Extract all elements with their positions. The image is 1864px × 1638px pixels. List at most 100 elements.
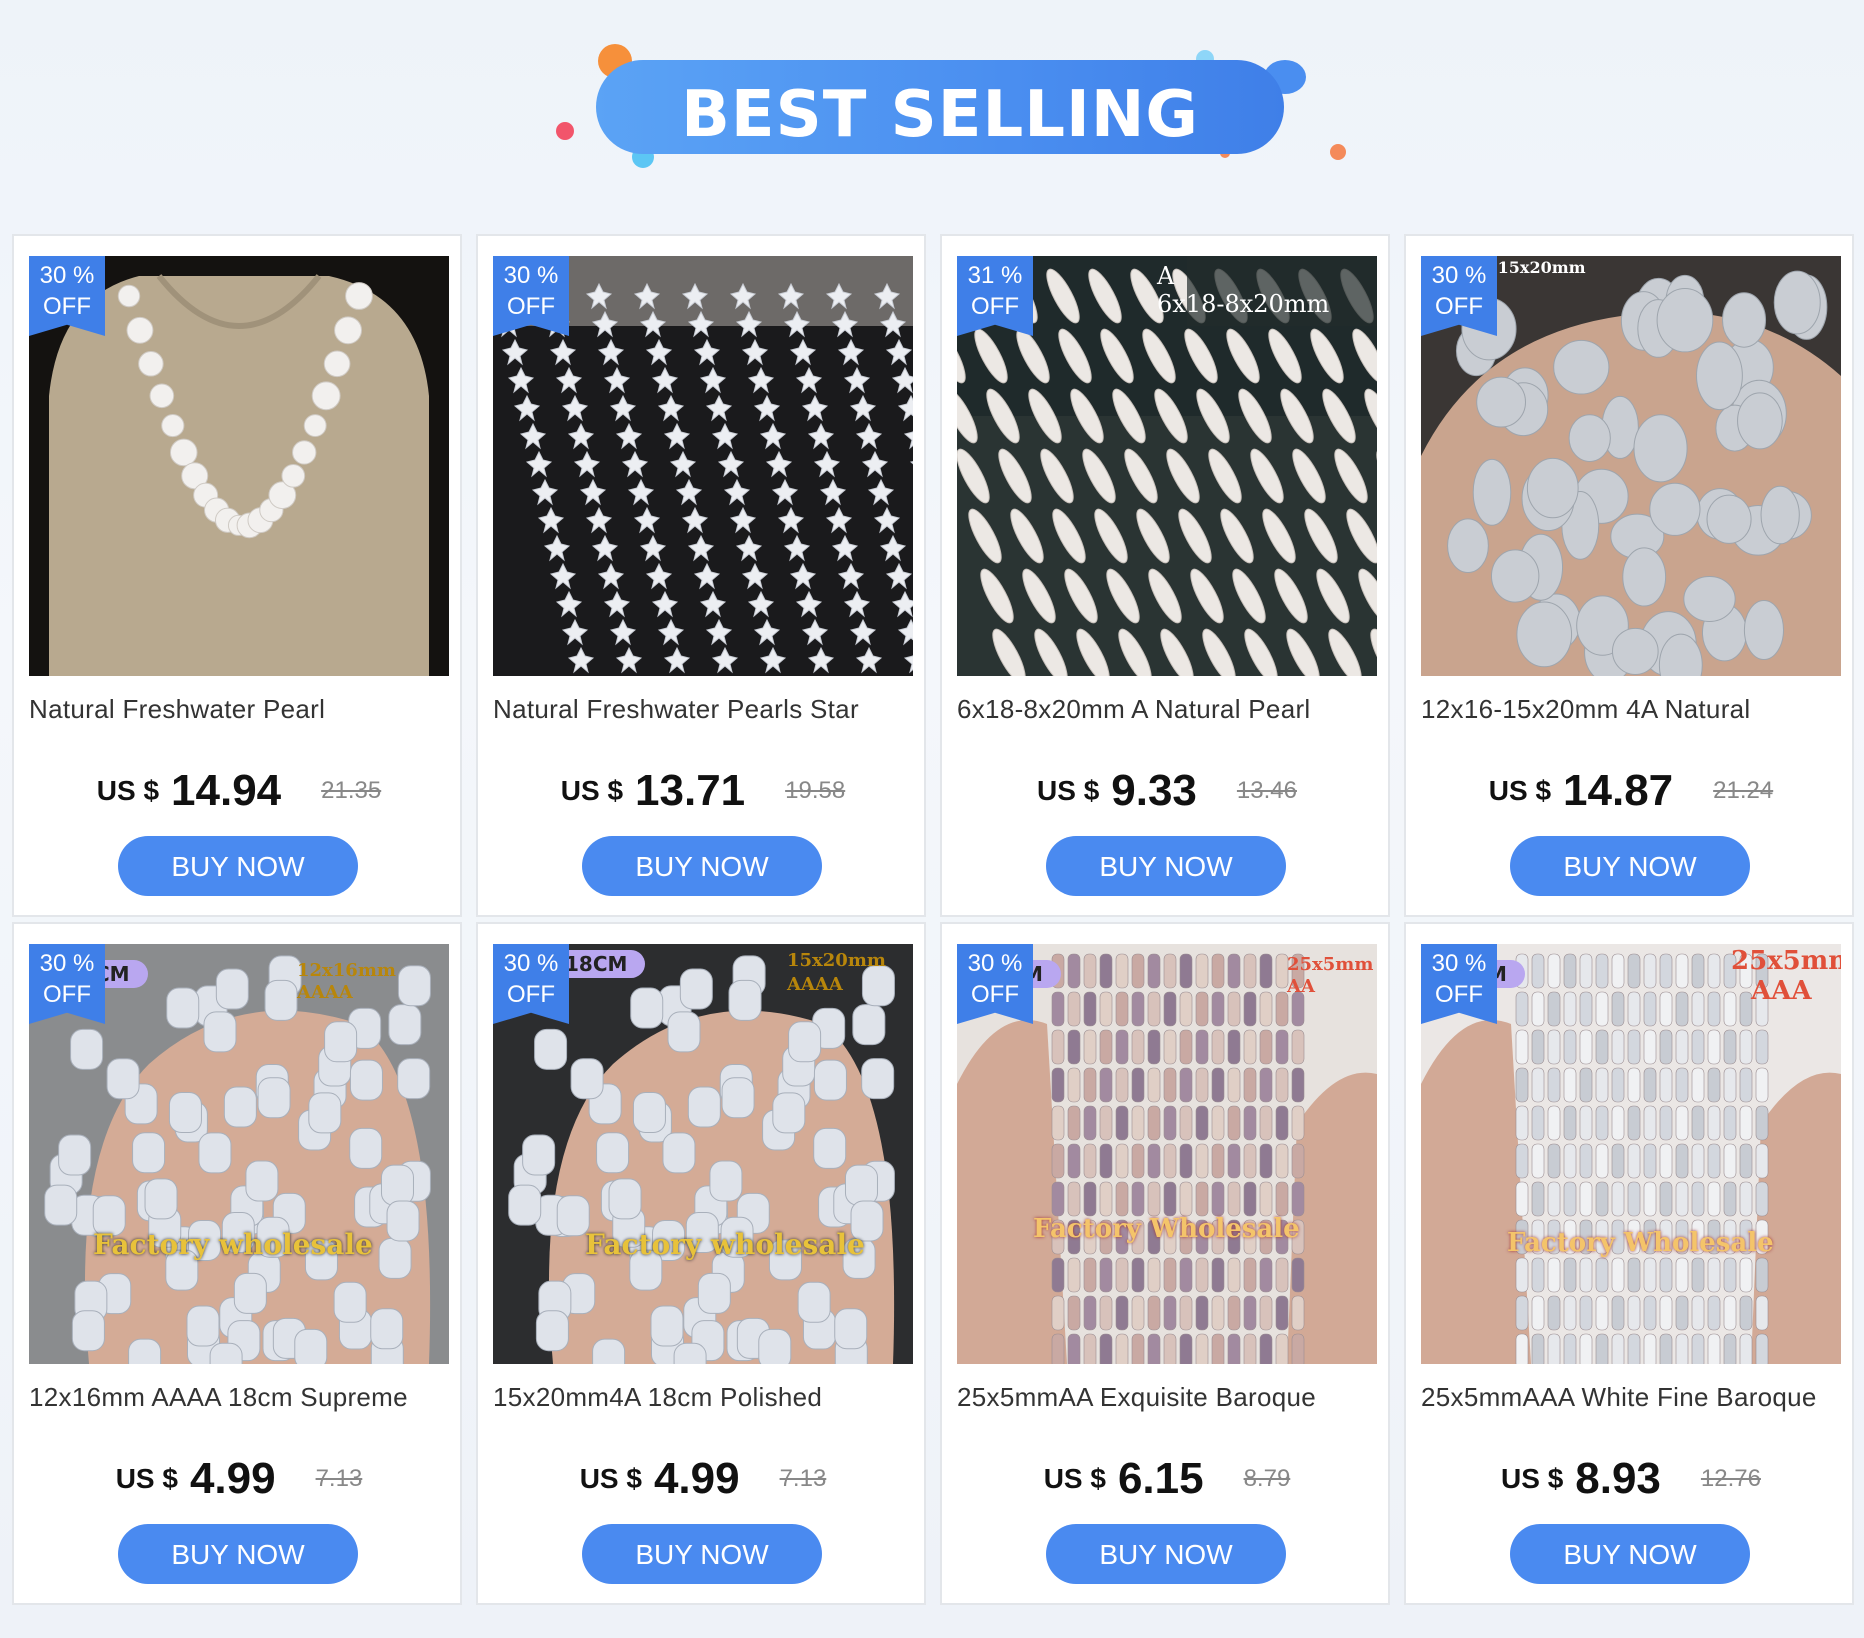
product-title[interactable]: 12x16mm AAAA 18cm Supreme — [29, 1382, 454, 1422]
price-row: US $ 9.33 13.46 — [942, 766, 1392, 826]
current-price: 8.93 — [1575, 1454, 1661, 1503]
discount-value: 30 % — [39, 950, 95, 977]
discount-label: OFF — [43, 293, 91, 320]
currency-label: US $ — [1501, 1463, 1564, 1494]
buy-now-button[interactable]: BUY NOW — [1046, 1524, 1286, 1584]
image-caption: Factory Wholesale — [1507, 1228, 1774, 1258]
discount-badge: 30 % OFF — [29, 256, 105, 336]
currency-label: US $ — [96, 775, 160, 806]
current-price: 14.94 — [171, 766, 282, 815]
image-caption: Factory Wholesale — [1033, 1214, 1300, 1244]
image-caption: 6x18-8x20mm — [1157, 290, 1330, 318]
original-price: 21.35 — [321, 777, 382, 804]
product-title[interactable]: Natural Freshwater Pearls Star — [493, 694, 918, 734]
product-card[interactable]: 30 % OFF Natural Freshwater Pearls Star … — [476, 234, 926, 917]
product-image[interactable]: A 6x18-8x20mm 31 % OFF — [957, 256, 1377, 676]
decor-dot — [1330, 144, 1346, 160]
discount-badge: 30 % OFF — [29, 944, 105, 1024]
buy-now-button[interactable]: BUY NOW — [582, 1524, 822, 1584]
original-price: 7.13 — [779, 1465, 827, 1492]
discount-badge: 30 % OFF — [493, 944, 569, 1024]
buy-now-button[interactable]: BUY NOW — [1510, 1524, 1750, 1584]
product-image[interactable]: 30 % OFF — [493, 256, 913, 676]
image-caption: 25x5mm — [1731, 946, 1841, 976]
product-card[interactable]: M25x5mmAAFactory Wholesale 30 % OFF 25x5… — [940, 922, 1390, 1605]
original-price: 19.58 — [785, 777, 846, 804]
discount-badge: 30 % OFF — [957, 944, 1033, 1024]
currency-label: US $ — [1037, 775, 1100, 806]
currency-label: US $ — [1488, 775, 1552, 806]
buy-now-button[interactable]: BUY NOW — [118, 1524, 358, 1584]
buy-now-button[interactable]: BUY NOW — [118, 836, 358, 896]
currency-label: US $ — [560, 775, 624, 806]
original-price: 12.76 — [1700, 1465, 1761, 1492]
current-price: 13.71 — [635, 766, 746, 815]
product-title[interactable]: 25x5mmAAA White Fine Baroque — [1421, 1382, 1846, 1422]
product-card[interactable]: 30 % OFF Natural Freshwater Pearl US $ 14… — [12, 234, 462, 917]
best-selling-banner: BEST SELLING — [0, 0, 1864, 230]
product-title[interactable]: 15x20mm4A 18cm Polished — [493, 1382, 918, 1422]
product-card[interactable]: -15x20mm 30 % OFF 12x16-15x20mm 4A Natur… — [1404, 234, 1854, 917]
image-caption: Factory wholesale — [585, 1228, 865, 1261]
discount-value: 30 % — [503, 950, 559, 977]
product-title[interactable]: Natural Freshwater Pearl — [29, 694, 454, 734]
price-row: US $ 14.87 21.24 — [1406, 766, 1856, 826]
current-price: 4.99 — [189, 1454, 276, 1503]
original-price: 7.13 — [315, 1465, 363, 1492]
discount-label: OFF — [971, 293, 1019, 320]
price-row: US $ 6.15 8.79 — [942, 1454, 1392, 1514]
current-price: 4.99 — [653, 1454, 740, 1503]
banner-title: BEST SELLING — [681, 78, 1199, 152]
image-caption: AAAA — [297, 982, 353, 1003]
original-price: 13.46 — [1236, 777, 1297, 804]
product-card[interactable]: CM 12x16mm AAAA Factory wholesale 30 % OFF … — [12, 922, 462, 1605]
image-caption: AAA — [1751, 976, 1812, 1006]
buy-now-button[interactable]: BUY NOW — [582, 836, 822, 896]
buy-now-button[interactable]: BUY NOW — [1046, 836, 1286, 896]
discount-badge: 30 % OFF — [493, 256, 569, 336]
discount-badge: 30 % OFF — [1421, 944, 1497, 1024]
buy-now-button[interactable]: BUY NOW — [1510, 836, 1750, 896]
product-card[interactable]: M25x5mmAAAFactory Wholesale 30 % OFF 25x… — [1404, 922, 1854, 1605]
image-caption: A — [1157, 262, 1175, 290]
image-caption: 25x5mm — [1287, 954, 1374, 975]
image-caption: AA — [1287, 976, 1315, 997]
product-title[interactable]: 12x16-15x20mm 4A Natural — [1421, 694, 1846, 734]
discount-label: OFF — [1435, 981, 1483, 1008]
discount-badge: 30 % OFF — [1421, 256, 1497, 336]
product-image[interactable]: CM 12x16mm AAAA Factory wholesale 30 % OFF — [29, 944, 449, 1364]
image-caption: 15x20mm — [787, 950, 886, 971]
discount-value: 30 % — [1431, 262, 1487, 289]
product-title[interactable]: 25x5mmAA Exquisite Baroque — [957, 1382, 1382, 1422]
product-image[interactable]: M25x5mmAAFactory Wholesale 30 % OFF — [957, 944, 1377, 1364]
product-image[interactable]: 30 % OFF — [29, 256, 449, 676]
discount-badge: 31 % OFF — [957, 256, 1033, 336]
image-caption: AAAA — [787, 974, 843, 995]
discount-value: 30 % — [503, 262, 559, 289]
product-image[interactable]: -15x20mm 30 % OFF — [1421, 256, 1841, 676]
discount-value: 30 % — [39, 262, 95, 289]
discount-value: 30 % — [967, 950, 1023, 977]
currency-label: US $ — [1043, 1463, 1106, 1494]
product-title[interactable]: 6x18-8x20mm A Natural Pearl — [957, 694, 1382, 734]
image-caption: 18CM — [559, 950, 646, 978]
image-caption: 12x16mm — [297, 960, 396, 981]
price-row: US $ 14.94 21.35 — [14, 766, 464, 826]
discount-value: 30 % — [1431, 950, 1487, 977]
price-row: US $ 4.99 7.13 — [14, 1454, 464, 1514]
price-row: US $ 4.99 7.13 — [478, 1454, 928, 1514]
decor-dot — [556, 122, 574, 140]
original-price: 21.24 — [1713, 777, 1774, 804]
current-price: 6.15 — [1117, 1454, 1204, 1503]
image-caption: Factory wholesale — [93, 1228, 373, 1261]
discount-label: OFF — [507, 293, 555, 320]
product-card[interactable]: 18CM 15x20mm AAAA Factory wholesale 30 % OF… — [476, 922, 926, 1605]
current-price: 14.87 — [1563, 766, 1674, 815]
product-image[interactable]: M25x5mmAAAFactory Wholesale 30 % OFF — [1421, 944, 1841, 1364]
product-card[interactable]: A 6x18-8x20mm 31 % OFF 6x18-8x20mm A Natu… — [940, 234, 1390, 917]
product-image[interactable]: 18CM 15x20mm AAAA Factory wholesale 30 % OF… — [493, 944, 913, 1364]
current-price: 9.33 — [1111, 766, 1197, 815]
discount-label: OFF — [971, 981, 1019, 1008]
currency-label: US $ — [579, 1463, 642, 1494]
image-caption: -15x20mm — [1491, 258, 1586, 277]
